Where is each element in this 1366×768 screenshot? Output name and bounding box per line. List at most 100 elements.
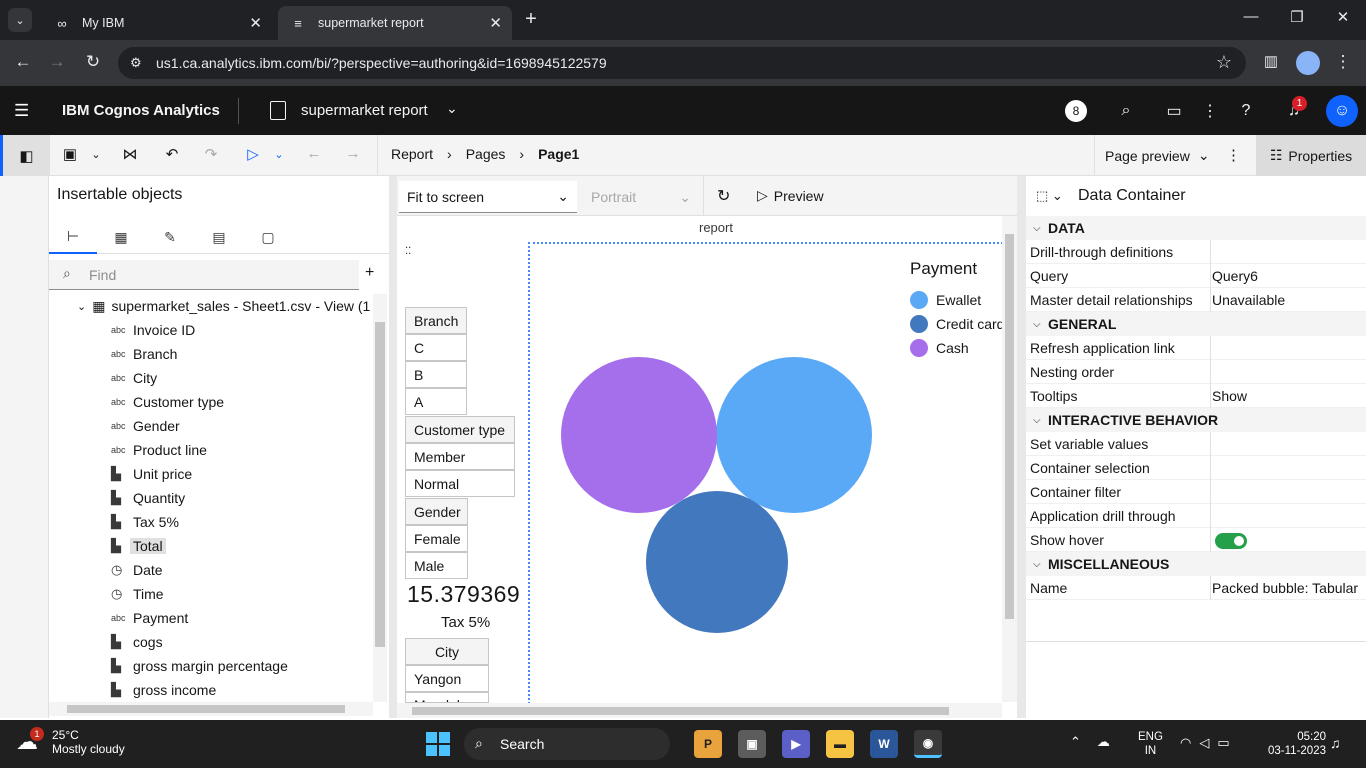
tree-item[interactable]: ▙ Total [111,534,166,558]
tab-data-items[interactable]: ▤ [195,220,243,254]
breadcrumb-report[interactable]: Report [391,146,433,162]
toolbar-more-icon[interactable]: ⋮ [1226,146,1241,164]
taskbar-search[interactable]: ⌕ Search [464,728,670,760]
section-header-interactive-behavior[interactable]: ⌵ INTERACTIVE BEHAVIOR [1026,408,1366,432]
tree-item[interactable]: ◷ Date [111,558,163,582]
assistant-chat-icon[interactable]: ▭ [1162,99,1186,123]
notification-bell-icon[interactable]: ♫ [1330,735,1341,751]
vertical-scrollbar[interactable] [373,294,387,702]
preview-button[interactable]: ▷ Preview [757,187,824,204]
packed-bubble-chart[interactable]: Payment Ewallet Credit card Cash [528,242,1004,712]
new-tab-button[interactable]: + [520,8,542,31]
tree-item[interactable]: abc Invoice ID [111,318,195,342]
section-header-miscellaneous[interactable]: ⌵ MISCELLANEOUS [1026,552,1366,576]
show-hover-toggle[interactable] [1215,533,1247,549]
search-icon[interactable]: ⌕ [1114,99,1138,123]
customer-type-cell[interactable]: Normal [405,470,515,497]
gender-cell[interactable]: Male [405,552,468,579]
legend-label[interactable]: Cash [936,340,969,356]
property-row[interactable]: Refresh application link [1026,336,1366,360]
bookmark-star-icon[interactable]: ☆ [1216,52,1232,73]
property-value[interactable]: Unavailable [1212,292,1285,308]
language-indicator[interactable]: ENG IN [1138,730,1163,758]
property-row[interactable]: Set variable values [1026,432,1366,456]
navigate-back-icon[interactable]: ← [303,145,325,162]
customer-type-header[interactable]: Customer type [405,416,515,443]
weather-widget[interactable]: ☁ 1 25°C Mostly cloudy [16,727,125,756]
help-icon[interactable]: ? [1234,99,1258,123]
user-avatar[interactable]: ☺ [1326,95,1358,127]
hamburger-menu-icon[interactable]: ☰ [14,101,29,121]
property-value[interactable]: Packed bubble: Tabular [1212,580,1358,596]
bubble-credit-card[interactable] [646,491,788,633]
save-menu-chevron-icon[interactable]: ⌄ [85,148,107,161]
branch-cell[interactable]: A [405,388,467,415]
branch-cell[interactable]: B [405,361,467,388]
property-row[interactable]: Nesting order [1026,360,1366,384]
url-field[interactable]: ⚙ us1.ca.analytics.ibm.com/bi/?perspecti… [118,47,1246,79]
tab-search-button[interactable]: ⌄ [8,8,32,32]
share-icon[interactable]: ⋈ [119,145,141,163]
kpi-value[interactable]: 15.379369 [407,581,520,608]
scrollbar-thumb[interactable] [412,707,949,715]
reload-button[interactable]: ↻ [82,52,104,72]
legend-label[interactable]: Ewallet [936,292,981,308]
property-row[interactable]: Show hover [1026,528,1366,552]
start-button[interactable] [426,732,450,756]
source-node[interactable]: ⌄ ▦ supermarket_sales - Sheet1.csv - Vie… [77,294,370,318]
run-options-chevron-icon[interactable]: ⌄ [268,148,290,161]
tree-item[interactable]: ▙ Unit price [111,462,192,486]
properties-button[interactable]: ☷ Properties [1256,135,1366,176]
tab-files[interactable]: ▢ [244,220,292,254]
run-icon[interactable]: ▷ [242,145,264,163]
tree-item[interactable]: abc Payment [111,606,188,630]
more-options-icon[interactable]: ⋮ [1198,99,1222,123]
section-header-data[interactable]: ⌵ DATA [1026,216,1366,240]
task-view-icon[interactable]: ▣ [738,730,766,758]
panel-splitter[interactable] [1017,176,1026,718]
quick-settings[interactable]: ◠ ◁ ▭ [1180,735,1230,751]
minimize-button[interactable]: — [1236,8,1266,25]
tree-item[interactable]: abc Branch [111,342,177,366]
close-window-button[interactable]: ✕ [1328,8,1358,26]
toggle-side-panel-button[interactable]: ◧ [0,135,50,176]
property-row[interactable]: Query Query6 [1026,264,1366,288]
find-input[interactable]: ⌕ Find [49,260,359,290]
refresh-icon[interactable]: ↻ [717,186,730,206]
bubble-cash[interactable] [561,357,717,513]
horizontal-scrollbar[interactable] [397,703,1002,718]
branch-header[interactable]: Branch [405,307,467,334]
breadcrumb-pages[interactable]: Pages [466,146,506,162]
city-cell[interactable]: Mandalay [405,692,489,703]
tree-item[interactable]: abc Gender [111,414,180,438]
close-tab-icon[interactable]: ✕ [249,14,262,32]
save-icon[interactable]: ▣ [59,145,81,163]
word-icon[interactable]: W [870,730,898,758]
site-info-icon[interactable]: ⚙ [130,55,142,71]
select-ancestor-icon[interactable]: ⬚ ⌄ [1036,188,1063,204]
property-row[interactable]: Master detail relationships Unavailable [1026,288,1366,312]
horizontal-scrollbar[interactable] [49,702,373,716]
tree-item[interactable]: ▙ gross margin percentage [111,654,288,678]
tree-item[interactable]: ◷ Time [111,582,164,606]
tree-item[interactable]: ▙ cogs [111,630,163,654]
tab-my-ibm[interactable]: ∞ My IBM ✕ [42,6,272,40]
teams-icon[interactable]: ▶ [782,730,810,758]
property-row[interactable]: Tooltips Show [1026,384,1366,408]
tree-item[interactable]: abc City [111,366,157,390]
redo-icon[interactable]: ↷ [200,145,222,163]
clock[interactable]: 05:20 03-11-2023 [1268,730,1326,758]
orientation-select[interactable]: Portrait ⌄ [581,181,699,213]
tree-item[interactable]: abc Product line [111,438,207,462]
tab-toolbox[interactable]: ▦ [97,220,145,254]
property-row[interactable]: Application drill through [1026,504,1366,528]
property-row[interactable]: Name Packed bubble: Tabular [1026,576,1366,600]
legend-label[interactable]: Credit card [936,316,1004,332]
tree-item[interactable]: ▙ Quantity [111,486,185,510]
forward-button[interactable]: → [46,52,68,72]
restore-button[interactable]: ❐ [1282,8,1312,26]
add-source-button[interactable]: + [365,264,374,282]
back-button[interactable]: ← [12,52,34,72]
property-value[interactable]: Query6 [1212,268,1258,284]
count-badge[interactable]: 8 [1065,100,1087,122]
